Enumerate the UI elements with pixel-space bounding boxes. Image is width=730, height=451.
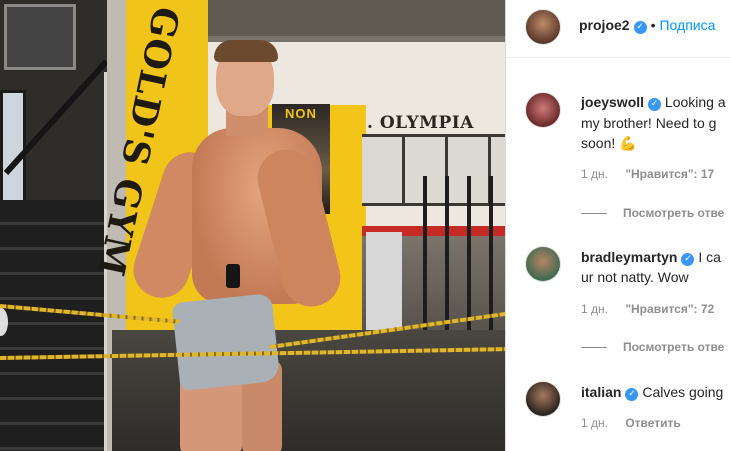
comment-text: ur not natty. Wow bbox=[581, 269, 689, 285]
separator: • bbox=[650, 17, 656, 33]
comments-panel: projoe2 ✓ • Подписа joeyswoll ✓ Looking a my… bbox=[505, 0, 730, 451]
comment-text: my brother! Need to g bbox=[581, 115, 717, 131]
verified-badge-icon: ✓ bbox=[633, 21, 647, 34]
comment-text: Looking a bbox=[664, 94, 726, 110]
wall-sign-frame bbox=[4, 4, 76, 70]
author-username[interactable]: projoe2 bbox=[579, 17, 630, 33]
comment-time[interactable]: 1 дн. bbox=[581, 167, 608, 181]
author-avatar[interactable] bbox=[525, 9, 561, 45]
divider bbox=[581, 213, 607, 215]
view-replies-button[interactable]: Посмотреть отве bbox=[581, 206, 724, 220]
follow-button[interactable]: Подписа bbox=[659, 17, 715, 33]
watch bbox=[226, 264, 240, 288]
bodybuilder bbox=[126, 40, 347, 451]
commenter-avatar[interactable] bbox=[525, 381, 561, 417]
view-replies-button[interactable]: Посмотреть отве bbox=[581, 340, 724, 354]
commenter-avatar[interactable] bbox=[525, 92, 561, 128]
post-photo[interactable]: GOLD'S GYM NON . OLYMPIA bbox=[0, 0, 505, 451]
commenter-username[interactable]: bradleymartyn bbox=[581, 249, 677, 265]
post-header: projoe2 ✓ • Подписа bbox=[506, 0, 730, 58]
divider bbox=[581, 347, 607, 349]
stairs bbox=[0, 200, 108, 451]
commenter-username[interactable]: joeyswoll bbox=[581, 94, 644, 110]
hair bbox=[214, 40, 278, 62]
comment-likes[interactable]: "Нравится": 72 bbox=[625, 302, 714, 316]
view-replies-label: Посмотреть отве bbox=[623, 340, 725, 354]
verified-badge-icon: ✓ bbox=[648, 98, 662, 111]
comment-text: I ca bbox=[698, 249, 721, 265]
comment-time[interactable]: 1 дн. bbox=[581, 416, 608, 430]
shorts bbox=[171, 293, 281, 391]
commenter-avatar[interactable] bbox=[525, 246, 561, 282]
verified-badge-icon: ✓ bbox=[625, 388, 639, 401]
olympia-banner: . OLYMPIA bbox=[367, 113, 474, 133]
commenter-username[interactable]: italian bbox=[581, 384, 621, 400]
comment-text: Calves going bbox=[642, 384, 724, 400]
reply-button[interactable]: Ответить bbox=[625, 416, 680, 430]
comment-time[interactable]: 1 дн. bbox=[581, 302, 608, 316]
comment-text: soon! 💪 bbox=[581, 135, 637, 151]
view-replies-label: Посмотреть отве bbox=[623, 206, 725, 220]
comment-likes[interactable]: "Нравится": 17 bbox=[625, 167, 714, 181]
verified-badge-icon: ✓ bbox=[681, 253, 695, 266]
